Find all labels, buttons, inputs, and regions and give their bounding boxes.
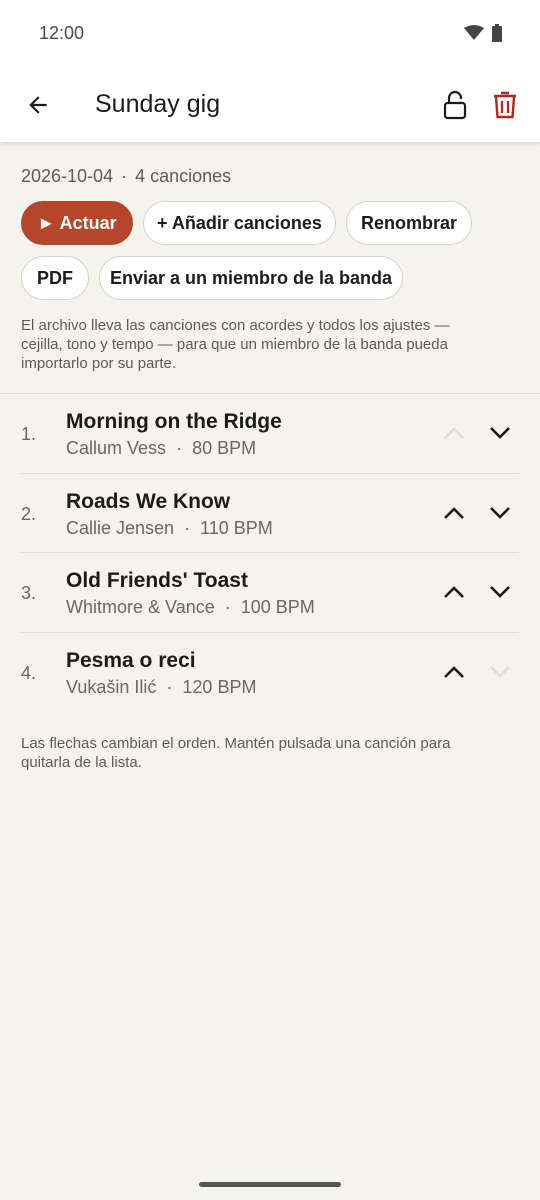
setlist-meta: 2026-10-04 · 4 canciones	[21, 166, 231, 187]
chevron-up-icon	[444, 506, 464, 519]
song-subtitle: Vukašin Ilić · 120 BPM	[66, 677, 256, 698]
song-number: 1.	[21, 424, 37, 444]
move-down-button[interactable]	[481, 414, 519, 452]
status-time: 12:00	[39, 23, 85, 43]
lock-open-icon	[443, 90, 467, 120]
song-title: Old Friends' Toast	[66, 569, 248, 592]
song-list: 1. Morning on the Ridge Callum Vess · 80…	[0, 393, 540, 711]
battery-icon	[492, 24, 502, 42]
song-number: 2.	[21, 503, 37, 524]
chevron-down-icon	[490, 665, 510, 678]
chevron-down-icon	[490, 586, 510, 598]
list-item[interactable]: 4. Pesma o reci Vukašin Ilić · 120 BPM	[21, 631, 519, 712]
list-item[interactable]: 3. Old Friends' Toast Whitmore & Vance ·…	[21, 552, 519, 632]
pdf-button[interactable]: PDF	[21, 256, 89, 300]
song-bpm: 80 BPM	[192, 438, 257, 458]
song-number: 4.	[21, 662, 37, 683]
list-item[interactable]: 1. Morning on the Ridge Callum Vess · 80…	[0, 393, 540, 473]
back-button[interactable]	[20, 87, 56, 123]
move-down-button[interactable]	[481, 573, 519, 611]
song-number: 3.	[21, 583, 37, 603]
song-separator: ·	[224, 597, 231, 617]
chevron-up-icon	[444, 586, 464, 598]
move-down-button[interactable]	[481, 653, 519, 691]
chevron-down-icon	[490, 506, 510, 519]
chevron-down-icon	[490, 427, 510, 439]
app-bar: Sunday gig	[0, 68, 540, 142]
send-to-member-button[interactable]: Enviar a un miembro de la banda	[99, 256, 403, 300]
song-artist: Vukašin Ilić	[66, 676, 157, 697]
meta-separator: ·	[121, 166, 128, 186]
perform-button[interactable]: ► Actuar	[21, 201, 133, 245]
song-bpm: 100 BPM	[240, 597, 315, 617]
page-title: Sunday gig	[95, 90, 221, 118]
move-down-button[interactable]	[481, 494, 519, 532]
song-artist: Callum Vess	[66, 438, 167, 458]
song-subtitle: Whitmore & Vance · 100 BPM	[66, 597, 315, 618]
song-bpm: 120 BPM	[182, 676, 257, 697]
list-item[interactable]: 2. Roads We Know Callie Jensen · 110 BPM	[21, 472, 519, 553]
song-title: Morning on the Ridge	[66, 410, 282, 433]
song-subtitle: Callum Vess · 80 BPM	[66, 438, 256, 459]
move-up-button[interactable]	[435, 414, 473, 452]
trash-icon	[494, 91, 516, 119]
move-up-button[interactable]	[435, 653, 473, 691]
song-artist: Callie Jensen	[66, 517, 175, 538]
move-up-button[interactable]	[435, 573, 473, 611]
setlist-date: 2026-10-04	[21, 166, 114, 186]
chevron-up-icon	[444, 665, 464, 678]
song-title: Roads We Know	[66, 489, 231, 513]
status-bar: 12:00	[0, 0, 540, 68]
wifi-icon	[464, 25, 484, 40]
song-separator: ·	[166, 676, 173, 697]
song-artist: Whitmore & Vance	[66, 597, 215, 617]
arrow-left-icon	[29, 96, 47, 114]
rename-button[interactable]: Renombrar	[346, 201, 472, 245]
song-separator: ·	[184, 517, 191, 538]
action-row-2: PDF Enviar a un miembro de la banda	[21, 256, 403, 300]
add-songs-button[interactable]: + Añadir canciones	[143, 201, 336, 245]
reorder-hint: Las flechas cambian el orden. Mantén pul…	[21, 735, 451, 771]
delete-button[interactable]	[486, 86, 524, 124]
song-separator: ·	[176, 438, 183, 458]
lock-button[interactable]	[436, 86, 474, 124]
action-row-1: ► Actuar + Añadir canciones Renombrar	[21, 201, 472, 245]
song-bpm: 110 BPM	[200, 517, 273, 538]
song-title: Pesma o reci	[66, 648, 196, 672]
home-indicator[interactable]	[199, 1182, 341, 1187]
status-icons	[464, 24, 502, 42]
song-subtitle: Callie Jensen · 110 BPM	[66, 518, 273, 539]
chevron-up-icon	[444, 427, 464, 439]
song-count: 4 canciones	[135, 166, 232, 186]
move-up-button[interactable]	[435, 494, 473, 532]
export-note: El archivo lleva las canciones con acord…	[21, 317, 450, 372]
